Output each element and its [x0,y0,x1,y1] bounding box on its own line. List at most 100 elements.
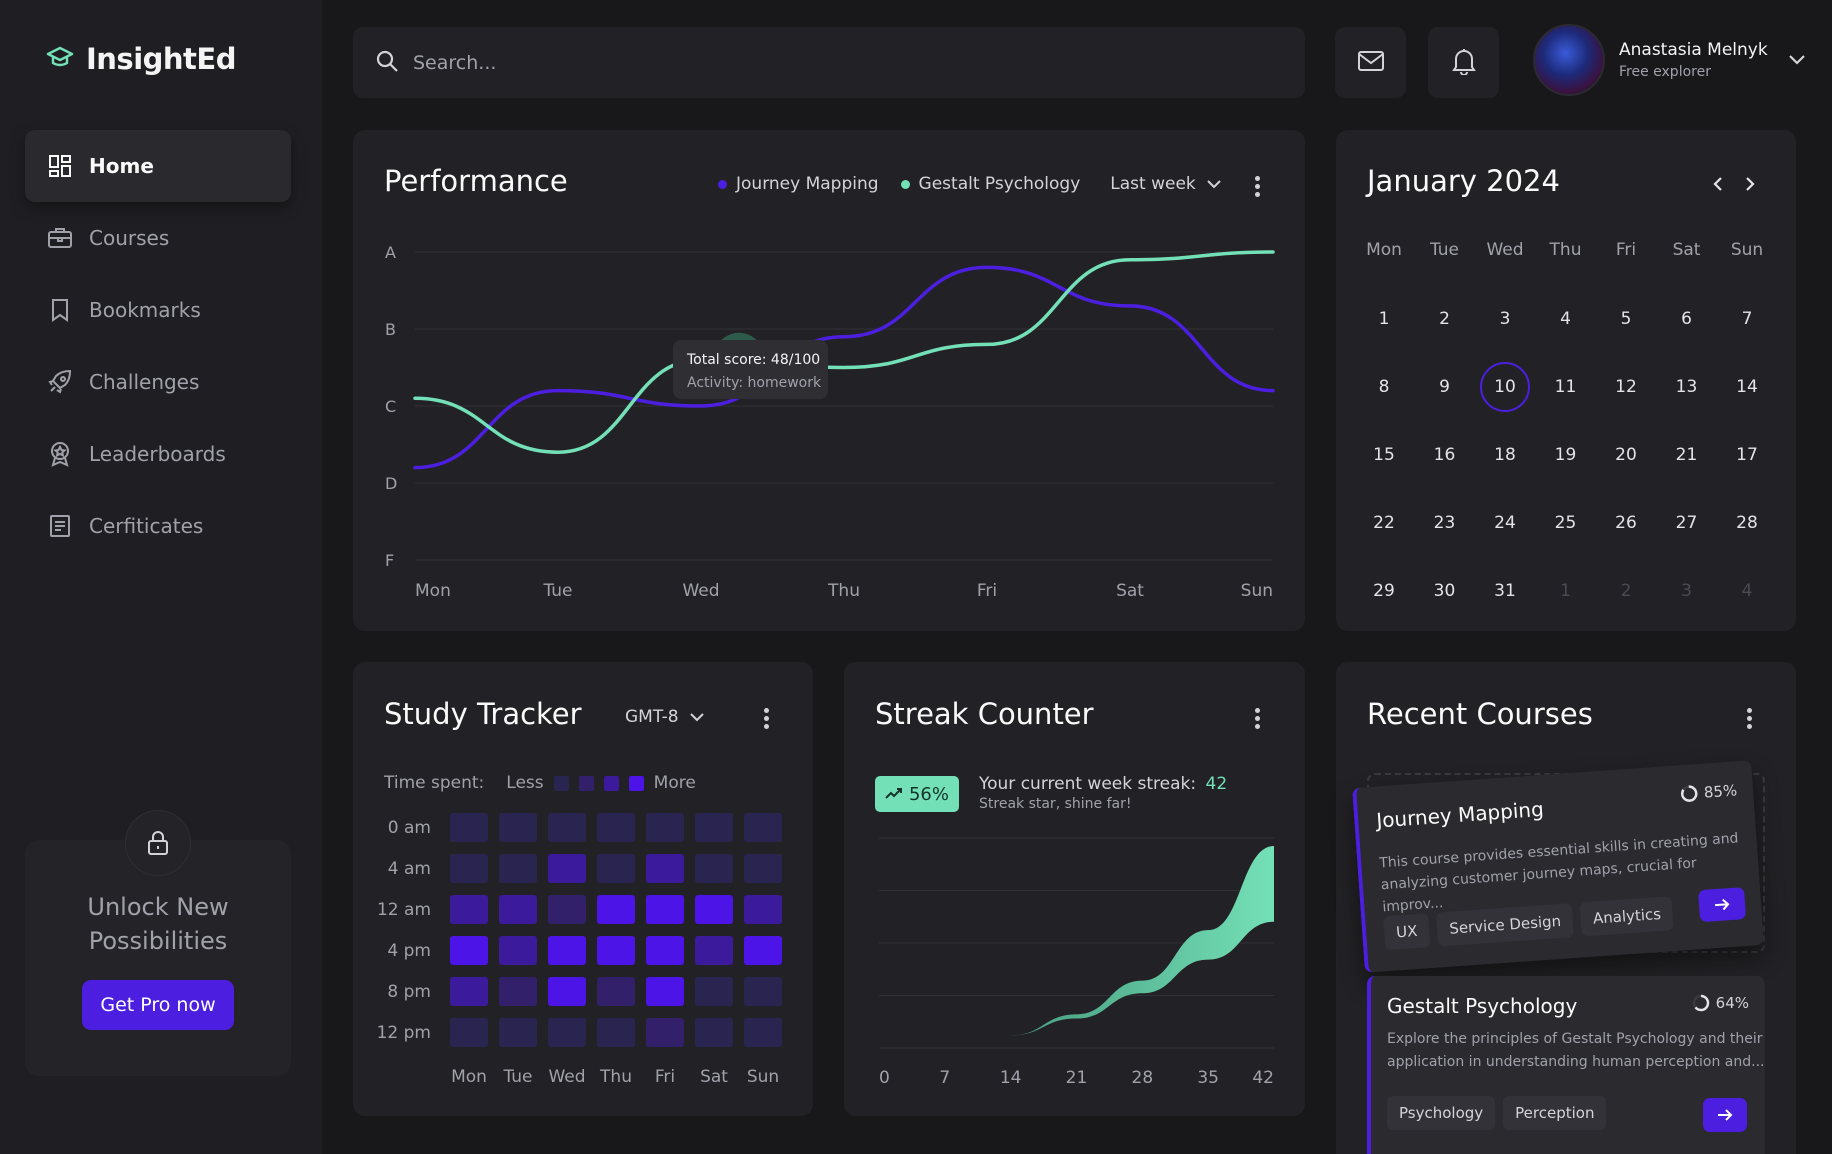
calendar-day[interactable]: 31 [1480,566,1530,616]
heatmap-cell[interactable] [450,936,488,965]
legend-journey-mapping[interactable]: Journey Mapping [718,174,879,194]
chevron-down-icon[interactable] [1788,51,1806,70]
heatmap-cell[interactable] [450,977,488,1006]
calendar-day[interactable]: 26 [1601,498,1651,548]
chevron-left-icon[interactable] [1712,176,1724,196]
heatmap-cell[interactable] [548,977,586,1006]
calendar-day[interactable]: 12 [1601,362,1651,412]
sidebar-item-leaderboards[interactable]: Leaderboards [25,418,291,490]
heatmap-cell[interactable] [695,1018,733,1047]
heatmap-cell[interactable] [450,895,488,924]
heatmap-cell[interactable] [499,977,537,1006]
heatmap-cell[interactable] [597,813,635,842]
calendar-day[interactable]: 29 [1359,566,1409,616]
calendar-day[interactable]: 7 [1722,294,1772,344]
calendar-day[interactable]: 2 [1601,566,1651,616]
app-logo[interactable]: InsightEd [46,42,236,76]
heatmap-cell[interactable] [597,895,635,924]
calendar-day[interactable]: 1 [1541,566,1591,616]
heatmap-cell[interactable] [744,1018,782,1047]
calendar-day[interactable]: 23 [1420,498,1470,548]
heatmap-cell[interactable] [695,895,733,924]
calendar-day[interactable]: 9 [1420,362,1470,412]
search-bar[interactable] [353,27,1305,98]
heatmap-cell[interactable] [597,977,635,1006]
legend-gestalt-psychology[interactable]: Gestalt Psychology [900,174,1080,194]
heatmap-cell[interactable] [548,1018,586,1047]
heatmap-cell[interactable] [744,854,782,883]
range-select[interactable]: Last week [1110,174,1221,194]
calendar-day-today[interactable]: 10 [1480,362,1530,412]
heatmap-cell[interactable] [744,813,782,842]
heatmap-cell[interactable] [646,1018,684,1047]
heatmap-cell[interactable] [646,813,684,842]
course-card-gestalt-psychology[interactable]: Gestalt Psychology 64% Explore the princ… [1367,976,1765,1154]
user-menu[interactable]: Anastasia Melnyk Free explorer [1533,24,1806,96]
open-course-button[interactable] [1703,1098,1747,1132]
heatmap-cell[interactable] [646,977,684,1006]
calendar-day[interactable]: 6 [1662,294,1712,344]
calendar-day[interactable]: 4 [1722,566,1772,616]
heatmap-cell[interactable] [597,1018,635,1047]
calendar-day[interactable]: 18 [1480,430,1530,480]
heatmap-cell[interactable] [548,854,586,883]
tag-chip[interactable]: Analytics [1579,896,1675,937]
search-input[interactable] [413,51,1213,74]
heatmap-cell[interactable] [548,895,586,924]
tag-chip[interactable]: UX [1383,913,1431,951]
calendar-day[interactable]: 27 [1662,498,1712,548]
heatmap-cell[interactable] [695,854,733,883]
heatmap-cell[interactable] [744,936,782,965]
heatmap-cell[interactable] [499,936,537,965]
heatmap-cell[interactable] [646,854,684,883]
calendar-day[interactable]: 2 [1420,294,1470,344]
calendar-day[interactable]: 19 [1541,430,1591,480]
heatmap-cell[interactable] [695,977,733,1006]
calendar-day[interactable]: 4 [1541,294,1591,344]
calendar-day[interactable]: 22 [1359,498,1409,548]
heatmap-cell[interactable] [450,1018,488,1047]
heatmap-cell[interactable] [499,1018,537,1047]
calendar-day[interactable]: 13 [1662,362,1712,412]
calendar-day[interactable]: 1 [1359,294,1409,344]
more-vertical-icon[interactable] [1255,705,1261,732]
sidebar-item-challenges[interactable]: Challenges [25,346,291,418]
notifications-button[interactable] [1428,27,1499,98]
more-vertical-icon[interactable] [764,705,770,732]
calendar-day[interactable]: 3 [1662,566,1712,616]
calendar-day[interactable]: 15 [1359,430,1409,480]
heatmap-cell[interactable] [695,813,733,842]
heatmap-cell[interactable] [646,895,684,924]
get-pro-button[interactable]: Get Pro now [82,980,234,1030]
messages-button[interactable] [1335,27,1406,98]
calendar-day[interactable]: 25 [1541,498,1591,548]
heatmap-cell[interactable] [744,895,782,924]
heatmap-cell[interactable] [450,813,488,842]
calendar-day[interactable]: 11 [1541,362,1591,412]
timezone-select[interactable]: GMT-8 [625,707,705,727]
calendar-day[interactable]: 20 [1601,430,1651,480]
heatmap-cell[interactable] [646,936,684,965]
calendar-day[interactable]: 16 [1420,430,1470,480]
calendar-day[interactable]: 24 [1480,498,1530,548]
sidebar-item-certificates[interactable]: Cerfiticates [25,490,291,562]
heatmap-cell[interactable] [695,936,733,965]
tag-chip[interactable]: Perception [1503,1096,1607,1130]
sidebar-item-home[interactable]: Home [25,130,291,202]
sidebar-item-courses[interactable]: Courses [25,202,291,274]
heatmap-cell[interactable] [597,936,635,965]
heatmap-cell[interactable] [548,936,586,965]
calendar-day[interactable]: 3 [1480,294,1530,344]
tag-chip[interactable]: Psychology [1387,1096,1496,1130]
calendar-day[interactable]: 8 [1359,362,1409,412]
calendar-day[interactable]: 14 [1722,362,1772,412]
calendar-day[interactable]: 28 [1722,498,1772,548]
heatmap-cell[interactable] [548,813,586,842]
heatmap-cell[interactable] [499,854,537,883]
course-card-journey-mapping[interactable]: Journey Mapping 85% This course provides… [1352,760,1764,973]
chevron-right-icon[interactable] [1744,176,1756,196]
calendar-day[interactable]: 30 [1420,566,1470,616]
calendar-day[interactable]: 17 [1722,430,1772,480]
sidebar-item-bookmarks[interactable]: Bookmarks [25,274,291,346]
open-course-button[interactable] [1698,887,1747,923]
